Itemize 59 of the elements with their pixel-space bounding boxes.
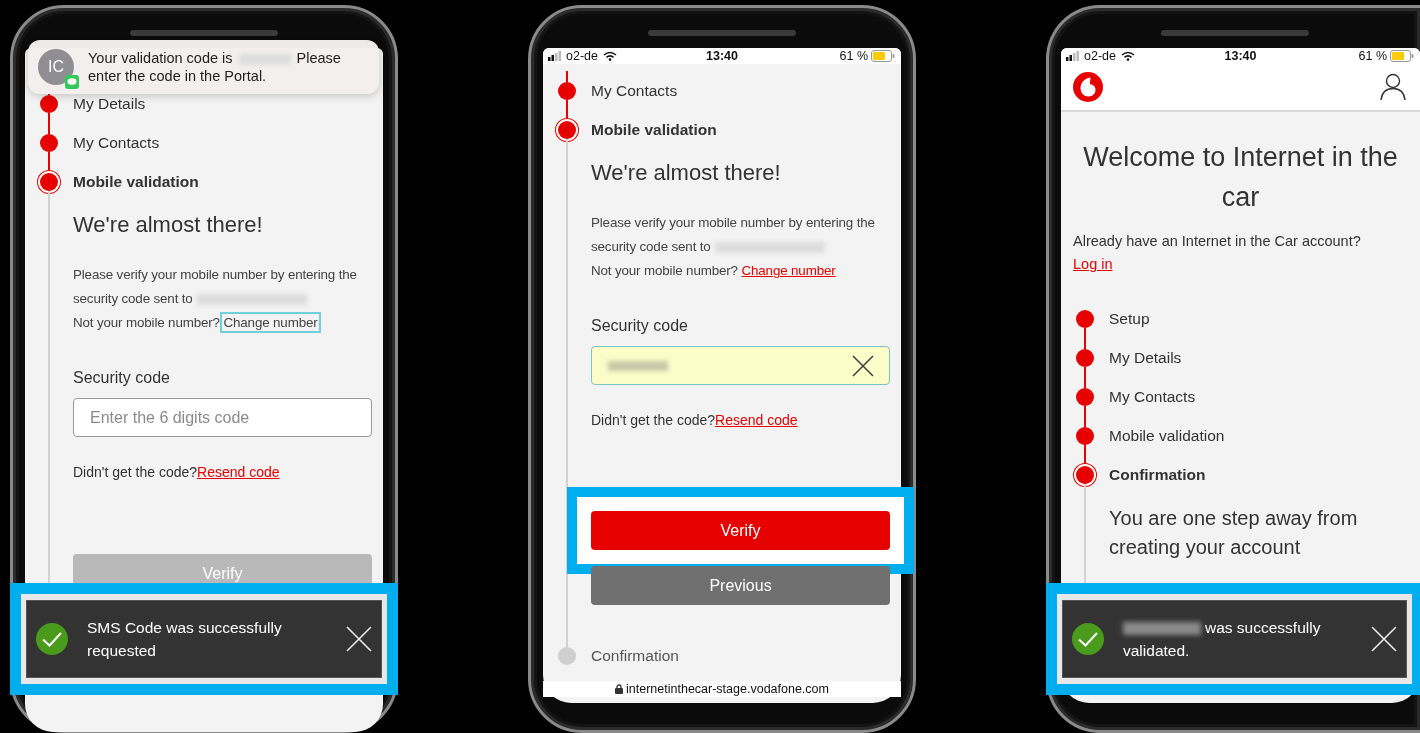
notification-text: Your validation code is Please enter the code in the Portal. xyxy=(88,49,342,85)
step-label: My Details xyxy=(73,94,146,113)
previous-button[interactable]: Previous xyxy=(591,566,890,605)
battery-percent: 61 % xyxy=(839,49,868,63)
logo-icon xyxy=(1073,72,1103,102)
wifi-icon xyxy=(603,51,617,61)
wifi-icon xyxy=(1121,51,1135,61)
section-heading: We're almost there! xyxy=(591,159,782,187)
section-heading: You are one step away from creating your account xyxy=(1109,506,1359,560)
section-heading: We're almost there! xyxy=(73,211,264,239)
step-label: My Contacts xyxy=(591,81,678,100)
battery-percent: 61 % xyxy=(1358,49,1387,63)
close-icon[interactable] xyxy=(346,626,372,652)
step-label: Mobile validation xyxy=(73,172,199,191)
resend-code-link[interactable]: Resend code xyxy=(715,412,798,428)
close-icon[interactable] xyxy=(1371,626,1397,652)
clock-time: 13:40 xyxy=(1224,49,1257,63)
avatar-initials: IC xyxy=(48,58,64,76)
signal-icon xyxy=(548,51,562,61)
input-field[interactable] xyxy=(591,346,890,385)
field-label: Security code xyxy=(73,368,171,388)
url-text: internetinthecar-stage.vodafone.com xyxy=(626,682,829,696)
carrier-name: o2-de xyxy=(566,49,598,63)
question-text: Didn't get the code? xyxy=(73,464,198,480)
carrier-name: o2-de xyxy=(1084,49,1116,63)
resend-code-link[interactable]: Resend code xyxy=(197,464,280,480)
change-number-link[interactable]: Change number xyxy=(223,315,318,330)
instruction-text: Please verify your mobile number by entering the security code sent to xyxy=(591,214,876,256)
change-number-link[interactable]: Change number xyxy=(741,263,836,278)
battery-icon xyxy=(1390,50,1414,62)
lock-icon xyxy=(615,684,624,694)
step-label: My Details xyxy=(1109,348,1182,367)
question-text: Not your mobile number? xyxy=(73,315,220,330)
user-icon[interactable] xyxy=(1380,73,1406,101)
verify-button[interactable]: Verify xyxy=(591,511,890,550)
step-label: Mobile validation xyxy=(591,120,717,139)
step-label: Confirmation xyxy=(591,646,679,665)
clear-icon[interactable] xyxy=(851,353,875,378)
input-field[interactable]: Enter the 6 digits code xyxy=(73,398,372,437)
step-label: My Contacts xyxy=(73,133,160,152)
question-text: Already have an Internet in the Car account? xyxy=(1073,233,1361,249)
battery-icon xyxy=(871,50,895,62)
question-text: Didn't get the code? xyxy=(591,412,716,428)
toast-message: SMS Code was successfully requested xyxy=(87,618,283,661)
check-icon xyxy=(36,623,68,655)
step-label: My Contacts xyxy=(1109,387,1196,406)
instruction-text: Please verify your mobile number by entering the security code sent to xyxy=(73,266,358,308)
message-icon xyxy=(65,75,79,89)
step-label: Confirmation xyxy=(1109,465,1206,484)
toast-message: was successfully validated. xyxy=(1123,618,1322,661)
field-label: Security code xyxy=(591,316,689,336)
clock-time: 13:40 xyxy=(706,49,738,63)
signal-icon xyxy=(1066,51,1080,61)
step-label: Mobile validation xyxy=(1109,426,1225,445)
check-icon xyxy=(1072,623,1104,655)
step-label: Setup xyxy=(1109,309,1150,328)
page-title: Welcome to Internet in the car xyxy=(1082,141,1399,214)
question-text: Not your mobile number? xyxy=(591,263,738,278)
login-link[interactable]: Log in xyxy=(1073,256,1113,272)
